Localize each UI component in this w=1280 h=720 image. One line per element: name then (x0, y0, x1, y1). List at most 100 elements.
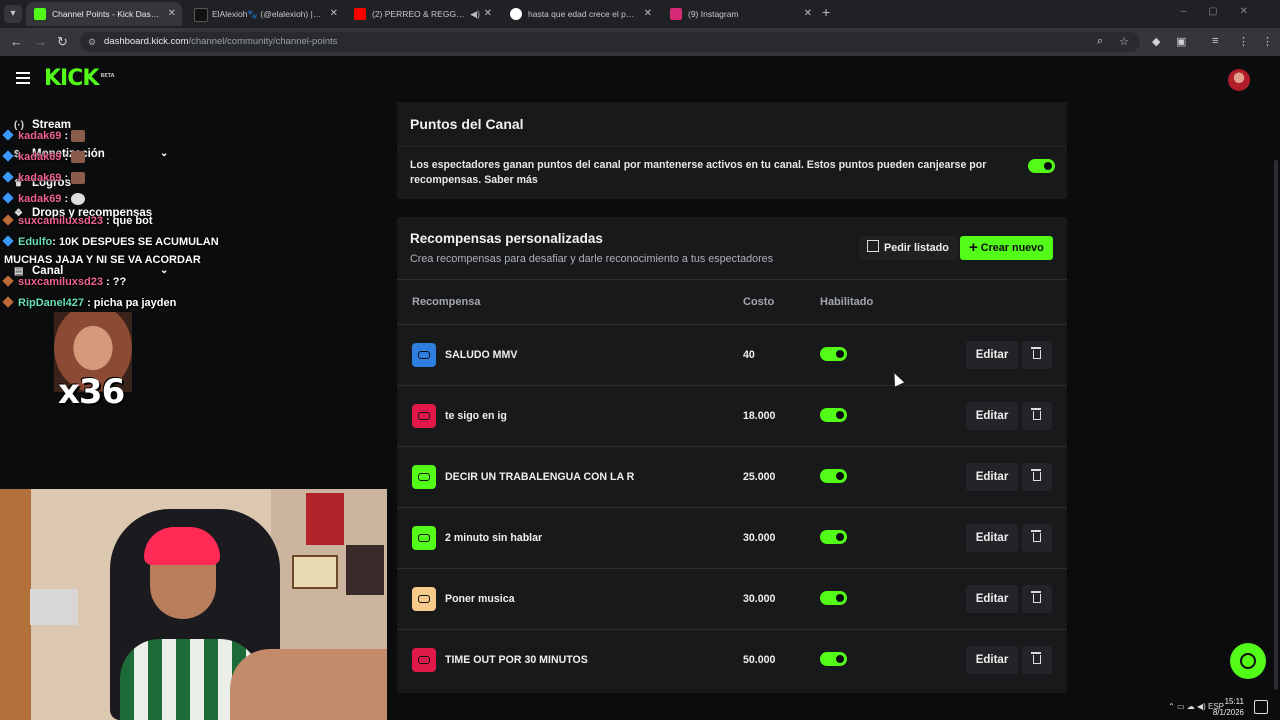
tab-title: hasta que edad crece el pene - (528, 9, 636, 19)
request-list-button[interactable]: Pedir listado (859, 236, 958, 260)
close-tab-icon[interactable]: ✕ (484, 2, 492, 26)
bookmark-star-icon[interactable]: ☆ (1119, 35, 1129, 48)
delete-button[interactable] (1022, 524, 1052, 552)
browser-toolbar: ← → ↻ ⚙ dashboard.kick.com/channel/commu… (0, 28, 1280, 56)
reward-enabled-toggle[interactable] (820, 469, 847, 483)
tab-google-search[interactable]: hasta que edad crece el pene - ✕ (502, 2, 658, 26)
tab-youtube[interactable]: (2) PERREO & REGGAETON ◀) ✕ (346, 2, 498, 26)
kick-favicon-icon (34, 8, 46, 20)
hamburger-menu-icon[interactable] (16, 72, 30, 87)
channel-points-card: Puntos del Canal Los espectadores ganan … (397, 102, 1067, 199)
reward-enabled-toggle[interactable] (820, 591, 847, 605)
channel-points-description: Los espectadores ganan puntos del canal … (410, 159, 987, 186)
support-chat-button[interactable] (1230, 643, 1266, 679)
reward-ticket-icon (412, 648, 436, 672)
edit-button[interactable]: Editar (966, 646, 1018, 674)
beta-badge: BETA (100, 72, 115, 79)
reward-name: DECIR UN TRABALENGUA CON LA R (445, 471, 635, 483)
delete-button[interactable] (1022, 646, 1052, 674)
emote-icon (71, 193, 86, 206)
new-tab-button[interactable]: + (822, 4, 830, 20)
reward-enabled-toggle[interactable] (820, 530, 847, 544)
storage-box (30, 589, 78, 625)
sidepanel-icon[interactable]: ⋮ (1262, 35, 1273, 48)
back-arrow-icon[interactable]: ← (10, 34, 23, 49)
chat-line: kadak69 : (2, 129, 86, 143)
streamer-hair (144, 527, 220, 565)
chat-line: MUCHAS JAJA Y NI SE VA ACORDAR (4, 254, 201, 266)
chat-line: kadak69 : (2, 150, 86, 164)
column-header-enabled[interactable]: Habilitado (820, 296, 873, 308)
table-row: SALUDO MMV 40 Editar (397, 324, 1067, 385)
table-row: te sigo en ig 18.000 Editar (397, 385, 1067, 446)
tab-title: ElAlexioh🐾 (@elalexioh) | TikT (212, 9, 322, 19)
reward-enabled-toggle[interactable] (820, 347, 847, 361)
chrome-menu-icon[interactable]: ⋮ (1238, 35, 1249, 48)
close-tab-icon[interactable]: ✕ (644, 2, 652, 26)
delete-button[interactable] (1022, 341, 1052, 369)
reward-name: TIME OUT POR 30 MINUTOS (445, 654, 588, 666)
browser-tab-bar: ▾ Channel Points - Kick Dashboar ✕ ElAle… (0, 0, 1280, 28)
custom-rewards-card: Recompensas personalizadas Crea recompen… (397, 217, 1067, 693)
zoom-icon[interactable]: ⌕ (1097, 35, 1103, 48)
youtube-favicon-icon (354, 8, 366, 20)
tab-title: (2) PERREO & REGGAETON (372, 9, 466, 19)
tab-instagram[interactable]: (9) Instagram ✕ (662, 2, 818, 26)
tab-tiktok[interactable]: ElAlexioh🐾 (@elalexioh) | TikT ✕ (186, 2, 344, 26)
edit-button[interactable]: Editar (966, 402, 1018, 430)
kick-logo[interactable]: KICK BETA (44, 66, 115, 91)
reward-ticket-icon (412, 587, 436, 611)
channel-points-toggle[interactable] (1028, 159, 1055, 173)
window-controls[interactable]: –▢✕ (1181, 6, 1270, 17)
edit-button[interactable]: Editar (966, 524, 1018, 552)
extensions-puzzle-icon[interactable]: ▣ (1176, 35, 1186, 48)
chevron-down-icon: ⌄ (160, 148, 169, 159)
tab-title: (9) Instagram (688, 9, 739, 19)
trash-icon (1031, 408, 1041, 420)
sub-badge-icon (2, 214, 14, 226)
reward-name: 2 minuto sin hablar (445, 532, 543, 544)
tab-channel-points[interactable]: Channel Points - Kick Dashboar ✕ (26, 2, 182, 26)
site-info-icon[interactable]: ⚙ (88, 32, 96, 52)
media-control-icon[interactable]: ≡ (1212, 35, 1218, 47)
edit-button[interactable]: Editar (966, 341, 1018, 369)
edit-button[interactable]: Editar (966, 585, 1018, 613)
table-row: 2 minuto sin hablar 30.000 Editar (397, 507, 1067, 568)
wall-poster (306, 493, 344, 545)
reward-ticket-icon (412, 343, 436, 367)
user-avatar[interactable] (1228, 69, 1250, 91)
trash-icon (1031, 591, 1041, 603)
chat-line: suxcamiluxsd23 : que bot (2, 214, 153, 227)
system-clock[interactable]: 15:11 8/1/2026 (1213, 696, 1244, 718)
reward-enabled-toggle[interactable] (820, 408, 847, 422)
column-header-reward[interactable]: Recompensa (412, 296, 480, 308)
forward-arrow-icon[interactable]: → (34, 34, 47, 49)
chat-line: Edulfo: 10K DESPUES SE ACUMULAN (2, 235, 219, 248)
emote-icon (71, 172, 86, 185)
extension-diamond-icon[interactable]: ◆ (1152, 35, 1160, 48)
chat-line: suxcamiluxsd23 : ?? (2, 275, 126, 288)
reload-icon[interactable]: ↻ (57, 34, 68, 50)
delete-button[interactable] (1022, 402, 1052, 430)
table-row: Poner musica 30.000 Editar (397, 568, 1067, 629)
table-row: DECIR UN TRABALENGUA CON LA R 25.000 Edi… (397, 446, 1067, 507)
external-link-icon (867, 240, 879, 252)
close-tab-icon[interactable]: ✕ (168, 2, 176, 26)
address-bar[interactable]: ⚙ dashboard.kick.com/channel/community/c… (80, 32, 1140, 52)
tab-search-icon[interactable]: ▾ (4, 5, 22, 23)
edit-button[interactable]: Editar (966, 463, 1018, 491)
page-scrollbar[interactable] (1274, 160, 1278, 690)
audio-playing-icon[interactable]: ◀) (470, 2, 480, 26)
notification-icon[interactable] (1254, 700, 1268, 714)
close-tab-icon[interactable]: ✕ (330, 2, 338, 26)
create-reward-button[interactable]: + Crear nuevo (960, 236, 1053, 260)
reward-ticket-icon (412, 465, 436, 489)
emote-icon (71, 151, 86, 164)
reward-enabled-toggle[interactable] (820, 652, 847, 666)
kick-header: KICK BETA (0, 56, 1280, 102)
delete-button[interactable] (1022, 463, 1052, 491)
column-header-cost[interactable]: Costo (743, 296, 774, 308)
chat-line: RipDanel427 : picha pa jayden (2, 296, 176, 309)
close-tab-icon[interactable]: ✕ (804, 2, 812, 26)
delete-button[interactable] (1022, 585, 1052, 613)
